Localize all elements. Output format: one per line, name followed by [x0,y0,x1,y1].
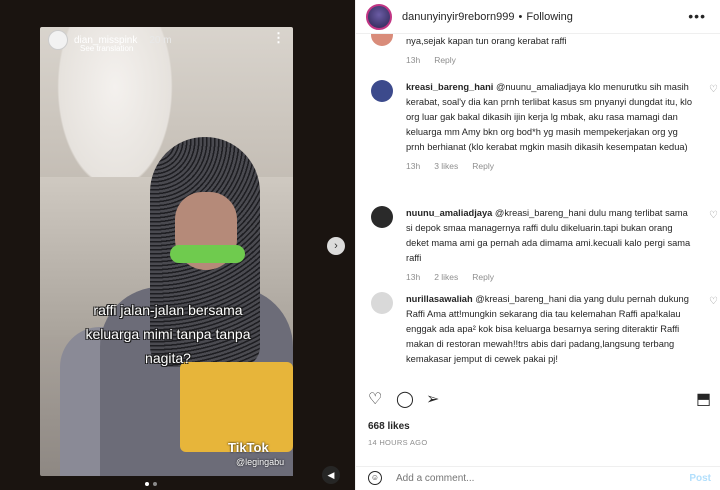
comment-likes[interactable]: 3 likes [434,161,458,171]
reply-link[interactable]: Reply [472,161,494,171]
story-caption: raffi jalan-jalan bersama keluarga mimi … [58,298,278,370]
next-arrow-icon[interactable]: › [327,237,345,255]
post-button[interactable]: Post [689,473,711,484]
comment-likes[interactable]: 2 likes [434,272,458,282]
action-bar: ♡ ◯ ➢ ⬒ [356,385,720,415]
comment-username[interactable]: kreasi_bareng_hani [406,82,493,92]
commenter-avatar[interactable] [371,292,393,314]
instagram-post-modal: dian_misspink 20 m See translation ⋮ raf… [0,0,720,490]
caption-line: raffi jalan-jalan bersama [93,302,243,318]
comments-side-panel: danunyinyir9reborn999 • Following ••• ny… [355,0,720,490]
comment-meta: 13h 2 likes Reply [406,272,696,282]
story-video[interactable] [40,27,293,476]
comment-bubble-icon[interactable]: ◯ [396,389,414,409]
comment-body: nuunu_amaliadjaya @kreasi_bareng_hani du… [406,206,696,266]
following-button[interactable]: Following [526,11,572,23]
comment-item: nurillasawaliah @kreasi_bareng_hani dia … [371,292,718,367]
caption-line: keluarga mimi tanpa tanpa [85,326,251,342]
media-panel: dian_misspink 20 m See translation ⋮ raf… [0,0,355,490]
see-translation-link[interactable]: See translation [80,44,133,53]
comment-text: @nuunu_amaliadjaya klo menurutku sih mas… [406,82,693,152]
commenter-avatar[interactable] [371,34,393,46]
heart-icon[interactable]: ♡ [709,296,718,307]
carousel-dot [145,482,149,486]
reply-link[interactable]: Reply [434,55,456,65]
comment-composer: ☺ Post [356,466,720,490]
commenter-avatar[interactable] [371,206,393,228]
comment-input[interactable] [396,473,646,484]
bookmark-icon[interactable]: ⬒ [696,389,711,409]
more-options-icon[interactable]: ••• [688,8,706,24]
comment-username[interactable]: nurillasawaliah [406,294,473,304]
heart-icon[interactable]: ♡ [709,84,718,95]
comment-list[interactable]: nya,sejak kapan tun orang kerabat raffi … [356,34,720,378]
comment-time: 13h [406,55,421,65]
likes-count[interactable]: 668 likes [368,421,410,432]
comment-body: nurillasawaliah @kreasi_bareng_hani dia … [406,292,696,367]
comment-time: 13h [406,272,421,282]
author-avatar[interactable] [366,3,392,30]
post-date: 14 HOURS AGO [368,438,428,447]
tiktok-watermark: TikTok [228,440,269,455]
header-separator: • [518,10,523,23]
comment-text: nya,sejak kapan tun orang kerabat raffi [406,36,567,46]
heart-icon[interactable]: ♡ [709,210,718,221]
author-username[interactable]: danunyinyir9reborn999 [402,11,515,23]
green-mask [170,245,245,263]
reply-link[interactable]: Reply [472,272,494,282]
carousel-dot [153,482,157,486]
carousel-dots [145,482,157,486]
comment-item: nuunu_amaliadjaya @kreasi_bareng_hani du… [371,206,718,282]
comment-item: kreasi_bareng_hani @nuunu_amaliadjaya kl… [371,80,718,171]
comment-username[interactable]: nuunu_amaliadjaya [406,208,492,218]
tiktok-handle: @legingabu [236,457,285,467]
yellow-pillow [180,362,293,452]
commenter-avatar[interactable] [371,80,393,102]
comment-item: nya,sejak kapan tun orang kerabat raffi … [371,34,696,65]
share-plane-icon[interactable]: ➢ [426,389,439,409]
comment-time: 13h [406,161,421,171]
post-header: danunyinyir9reborn999 • Following ••• [356,0,720,34]
comment-meta: 13h 3 likes Reply [406,161,696,171]
story-time: 20 m [149,34,172,46]
comment-text: @kreasi_bareng_hani dia yang dulu pernah… [406,294,689,364]
story-more-icon[interactable]: ⋮ [272,30,285,46]
sound-icon[interactable]: ◀ [322,466,340,484]
comment-meta: 13h Reply [406,55,696,65]
story-avatar[interactable] [48,30,68,50]
caption-line: nagita? [145,350,191,366]
emoji-icon[interactable]: ☺ [368,471,382,485]
comment-body: kreasi_bareng_hani @nuunu_amaliadjaya kl… [406,80,696,155]
like-heart-icon[interactable]: ♡ [368,389,382,409]
